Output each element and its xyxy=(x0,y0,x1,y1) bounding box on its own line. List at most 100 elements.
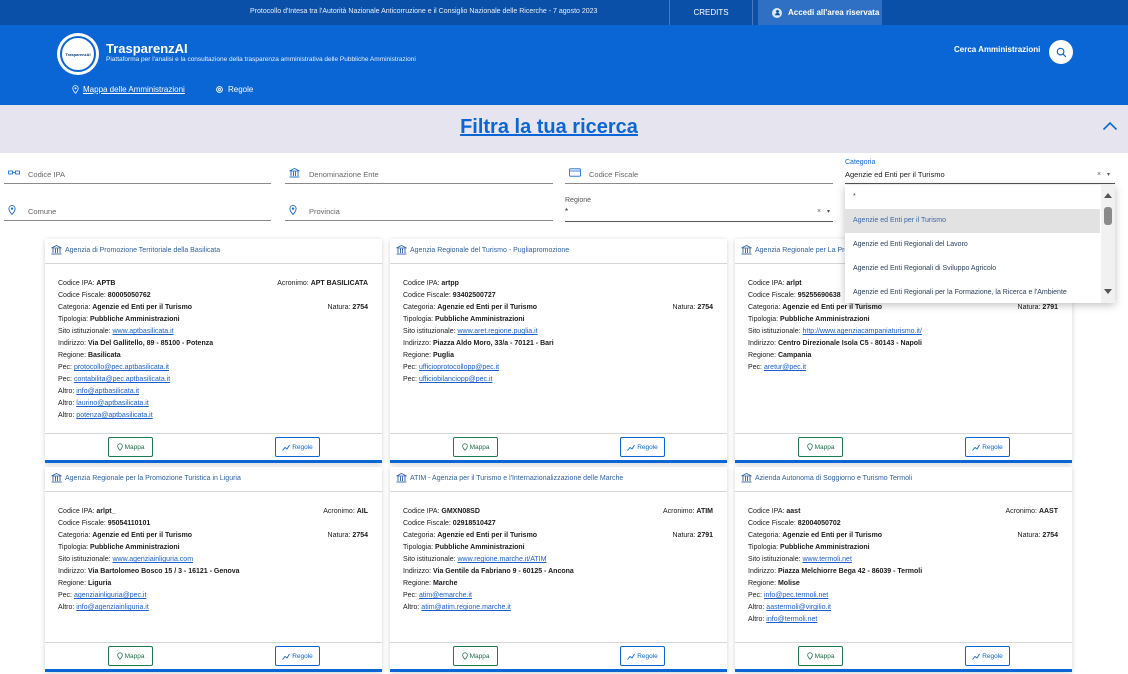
card-title[interactable]: Agenzia Regionale del Turismo - Pugliapr… xyxy=(396,245,569,255)
clear-icon[interactable]: × xyxy=(1097,171,1101,178)
categoria-select[interactable]: Categoria Agenzie ed Enti per il Turismo… xyxy=(845,158,1115,184)
card-title[interactable]: ATIM - Agenzia per il Turismo e l'Intern… xyxy=(396,473,623,483)
categoria-value: Agenzie ed Enti per il Turismo xyxy=(782,532,883,539)
codice-ipa-field[interactable]: Codice IPA xyxy=(4,162,271,184)
map-button-label: Mappa xyxy=(469,443,490,451)
email-link[interactable]: aastermoli@virgilio.it xyxy=(766,604,831,611)
denominazione-field[interactable]: Denominazione Ente xyxy=(285,162,553,184)
rules-button[interactable]: Regole xyxy=(620,646,665,666)
chevron-down-icon[interactable]: ▾ xyxy=(1107,171,1110,178)
field-label: Altro: xyxy=(748,616,767,623)
field-label: Regione: xyxy=(403,580,433,587)
pec-link[interactable]: info@pec.termoli.net xyxy=(764,592,828,599)
pec-link[interactable]: ufficioprotocollopp@pec.it xyxy=(419,364,499,371)
field-label: Pec: xyxy=(58,592,74,599)
card-icon xyxy=(569,168,581,177)
email-link[interactable]: info@aptbasilicata.it xyxy=(76,388,139,395)
login-label: Accedi all'area riservata xyxy=(788,8,880,17)
row-indirizzo: Indirizzo: Via Gentile da Fabriano 9 - 6… xyxy=(403,566,713,578)
chevron-up-icon[interactable] xyxy=(1102,121,1118,131)
pec-link[interactable]: atim@emarche.it xyxy=(419,592,472,599)
nav-map-link[interactable]: Mappa delle Amministrazioni xyxy=(72,85,185,94)
pec-link[interactable]: contabilita@pec.aptbasilicata.it xyxy=(74,376,170,383)
site-title[interactable]: TrasparenzAI xyxy=(106,41,188,56)
email-link[interactable]: info@termoli.net xyxy=(766,616,817,623)
site-logo[interactable]: TrasparenzAI xyxy=(57,33,99,75)
categoria-dropdown[interactable]: * Agenzie ed Enti per il Turismo Agenzie… xyxy=(845,185,1115,303)
scroll-thumb[interactable] xyxy=(1104,207,1112,225)
filter-title[interactable]: Filtra la tua ricerca xyxy=(0,116,1098,139)
website-link[interactable]: www.agenziainliguria.com xyxy=(112,556,193,563)
rules-button[interactable]: Regole xyxy=(965,437,1010,457)
comune-field[interactable]: Comune xyxy=(4,199,271,221)
field-label: Acronimo: xyxy=(662,508,697,515)
field-label: Tipologia: xyxy=(58,544,91,551)
map-button[interactable]: Mappa xyxy=(108,437,153,457)
scroll-down-icon[interactable] xyxy=(1104,289,1112,294)
dropdown-option[interactable]: Agenzie ed Enti Regionali del Lavoro xyxy=(845,233,1100,257)
website-link[interactable]: www.regione.marche.it/ATIM xyxy=(457,556,546,563)
field-label: Codice Fiscale: xyxy=(58,292,108,299)
website-link[interactable]: www.aret.regione.puglia.it xyxy=(457,328,537,335)
map-button[interactable]: Mappa xyxy=(798,646,843,666)
email-link[interactable]: potenza@aptbasilicata.it xyxy=(76,412,152,419)
provincia-field[interactable]: Provincia xyxy=(285,199,553,221)
field-label: Tipologia: xyxy=(403,316,436,323)
row-altro: Altro: info@aptbasilicata.it xyxy=(58,386,368,398)
chevron-down-icon[interactable]: ▾ xyxy=(827,208,830,215)
scroll-up-icon[interactable] xyxy=(1104,193,1112,198)
login-button[interactable]: Accedi all'area riservata xyxy=(758,0,882,25)
card-title[interactable]: Azienda Autonoma di Soggiorno e Turismo … xyxy=(741,473,912,483)
card-title-text: Agenzia Regionale per la Promozione Turi… xyxy=(65,474,241,482)
indirizzo-value: Piazza Melchiorre Bega 42 - 86039 - Term… xyxy=(777,568,923,575)
comune-placeholder: Comune xyxy=(28,207,57,216)
field-label: Altro: xyxy=(58,412,77,419)
website-link[interactable]: http://www.agenziacampaniaturismo.it/ xyxy=(802,328,921,335)
email-link[interactable]: laurino@aptbasilicata.it xyxy=(76,400,148,407)
rules-button[interactable]: Regole xyxy=(275,437,320,457)
bank-icon xyxy=(51,245,62,255)
rules-button[interactable]: Regole xyxy=(965,646,1010,666)
map-button[interactable]: Mappa xyxy=(453,437,498,457)
row-tipologia: Tipologia: Pubbliche Amministrazioni xyxy=(748,314,1058,326)
indirizzo-value: Centro Direzionale Isola C5 - 80143 - Na… xyxy=(777,340,922,347)
email-link[interactable]: info@agenziainliguria.it xyxy=(76,604,148,611)
search-label[interactable]: Cerca Amministrazioni xyxy=(954,45,1040,54)
divider xyxy=(45,642,382,643)
map-button[interactable]: Mappa xyxy=(108,646,153,666)
card-title[interactable]: Agenzia di Promozione Territoriale della… xyxy=(51,245,220,255)
pec-link[interactable]: aretur@pec.it xyxy=(764,364,806,371)
website-link[interactable]: www.termoli.net xyxy=(802,556,851,563)
dropdown-option[interactable]: Agenzie ed Enti Regionali per la Formazi… xyxy=(845,281,1100,303)
card-details: Codice IPA: aast Acronimo: AAST Codice Fis… xyxy=(748,506,1058,626)
search-button[interactable] xyxy=(1049,40,1073,64)
row-tipologia: Tipologia: Pubbliche Amministrazioni xyxy=(58,314,368,326)
map-button[interactable]: Mappa xyxy=(798,437,843,457)
rules-button[interactable]: Regole xyxy=(275,646,320,666)
website-link[interactable]: www.aptbasilicata.it xyxy=(112,328,173,335)
codice-ipa-value: APTB xyxy=(96,280,116,287)
rules-button[interactable]: Regole xyxy=(620,437,665,457)
dropdown-scrollbar[interactable] xyxy=(1101,185,1115,303)
email-link[interactable]: atim@atim.regione.marche.it xyxy=(421,604,511,611)
card-title[interactable]: Agenzia Regionale per la Promozione Turi… xyxy=(51,473,241,483)
field-label: Acronimo: xyxy=(1005,508,1039,515)
field-label: Indirizzo: xyxy=(403,568,433,575)
dropdown-option[interactable]: * xyxy=(845,185,1100,209)
pec-link[interactable]: agenziainliguria@pec.it xyxy=(74,592,146,599)
map-button-label: Mappa xyxy=(124,443,145,451)
credits-link[interactable]: CREDITS xyxy=(669,0,753,25)
clear-icon[interactable]: × xyxy=(817,208,821,215)
dropdown-option-selected[interactable]: Agenzie ed Enti per il Turismo xyxy=(845,209,1100,233)
pec-link[interactable]: protocollo@pec.aptbasilicata.it xyxy=(74,364,169,371)
nav-rules-link[interactable]: Regole xyxy=(215,85,253,94)
regione-select[interactable]: Regione * × ▾ xyxy=(565,196,833,222)
map-button[interactable]: Mappa xyxy=(453,646,498,666)
codice-ipa-value: GMXN08SD xyxy=(441,508,480,515)
chart-icon xyxy=(627,653,636,660)
divider xyxy=(390,263,727,264)
field-label: Codice Fiscale: xyxy=(748,292,798,299)
pec-link[interactable]: ufficiobilanciopp@pec.it xyxy=(419,376,493,383)
codice-fiscale-field[interactable]: Codice Fiscale xyxy=(565,162,833,184)
dropdown-option[interactable]: Agenzie ed Enti Regionali di Sviluppo Ag… xyxy=(845,257,1100,281)
